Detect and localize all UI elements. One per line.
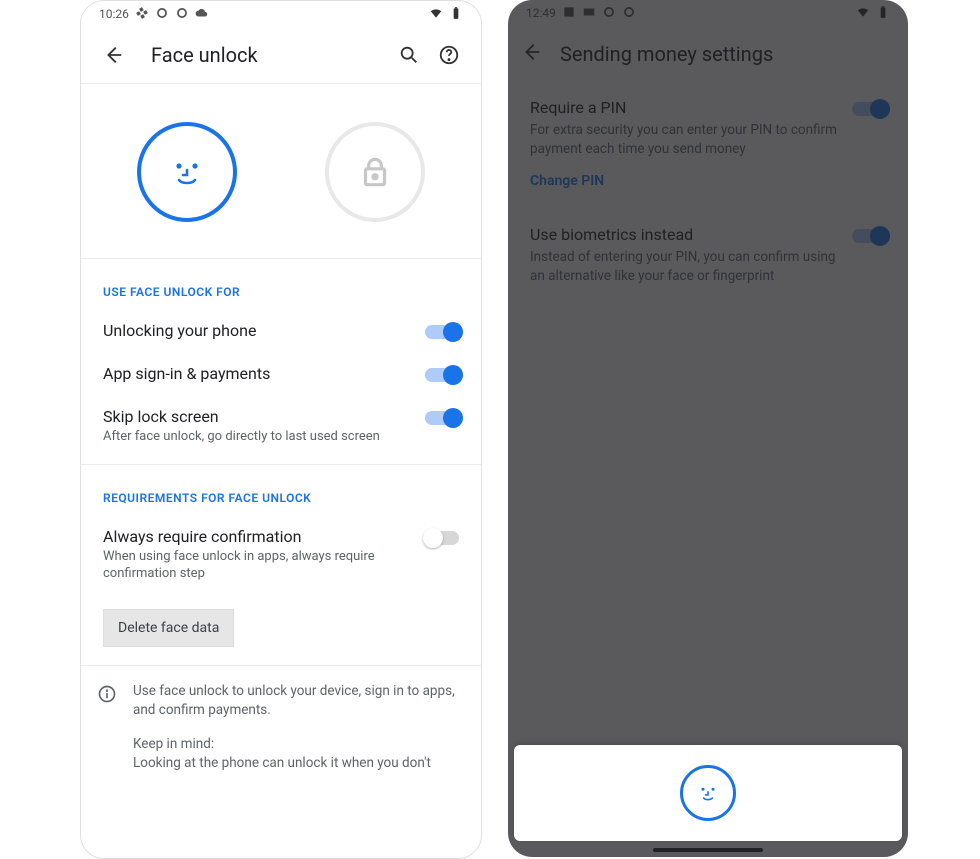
toggle-skip-lock[interactable] — [425, 411, 459, 425]
status-time: 12:49 — [526, 6, 556, 20]
lock-icon[interactable] — [325, 122, 425, 222]
row-title: Use biometrics instead — [530, 225, 838, 244]
image-icon — [562, 5, 576, 22]
circle-icon — [155, 6, 169, 23]
wifi-icon — [856, 5, 870, 22]
info-block: Use face unlock to unlock your device, s… — [81, 665, 481, 774]
row-title: Unlocking your phone — [103, 321, 411, 340]
row-title: Skip lock screen — [103, 407, 411, 426]
row-require-confirmation[interactable]: Always require confirmation When using f… — [81, 515, 481, 595]
toggle-require-pin[interactable] — [852, 102, 886, 116]
row-subtitle: Instead of entering your PIN, you can co… — [530, 248, 838, 286]
row-skip-lock[interactable]: Skip lock screen After face unlock, go d… — [81, 395, 481, 458]
row-unlock-phone[interactable]: Unlocking your phone — [81, 309, 481, 352]
section-label-use-for: USE FACE UNLOCK FOR — [81, 259, 481, 309]
battery-icon — [876, 5, 890, 22]
row-title: App sign-in & payments — [103, 364, 411, 383]
row-app-signin[interactable]: App sign-in & payments — [81, 352, 481, 395]
row-subtitle: After face unlock, go directly to last u… — [103, 428, 411, 446]
hero-area — [81, 84, 481, 259]
back-button[interactable] — [520, 41, 542, 67]
delete-face-data-button[interactable]: Delete face data — [103, 609, 234, 647]
help-button[interactable] — [429, 35, 469, 75]
circle-icon — [622, 5, 636, 22]
row-title: Require a PIN — [530, 98, 838, 117]
status-bar: 10:26 — [81, 1, 481, 27]
row-require-pin[interactable]: Require a PIN For extra security you can… — [508, 82, 908, 205]
row-subtitle: When using face unlock in apps, always r… — [103, 548, 411, 583]
toggle-require-confirmation[interactable] — [425, 531, 459, 545]
face-enrolled-icon[interactable] — [137, 122, 237, 222]
section-label-requirements: REQUIREMENTS FOR FACE UNLOCK — [81, 465, 481, 515]
status-time: 10:26 — [99, 7, 129, 21]
info-icon — [97, 684, 117, 704]
row-subtitle: For extra security you can enter your PI… — [530, 121, 838, 159]
wifi-icon — [429, 6, 443, 23]
back-button[interactable] — [93, 35, 133, 75]
info-text: Keep in mind: — [133, 735, 461, 755]
page-title: Sending money settings — [560, 42, 896, 66]
photos-icon — [135, 6, 149, 23]
cloud-icon — [195, 6, 209, 23]
change-pin-link[interactable]: Change PIN — [530, 173, 838, 189]
phone-face-unlock: 10:26 Face unlock — [80, 0, 482, 859]
app-bar: Sending money settings — [508, 26, 908, 82]
circle-icon — [602, 5, 616, 22]
mail-icon — [582, 5, 596, 22]
toggle-unlock-phone[interactable] — [425, 325, 459, 339]
face-unlock-prompt-icon — [680, 765, 736, 821]
toggle-app-signin[interactable] — [425, 368, 459, 382]
home-indicator[interactable] — [653, 848, 763, 852]
info-text: Looking at the phone can unlock it when … — [133, 754, 461, 774]
info-text: Use face unlock to unlock your device, s… — [133, 682, 461, 721]
row-use-biometrics[interactable]: Use biometrics instead Instead of enteri… — [508, 205, 908, 302]
page-title: Face unlock — [151, 43, 389, 67]
app-bar: Face unlock — [81, 27, 481, 84]
toggle-use-biometrics[interactable] — [852, 229, 886, 243]
search-button[interactable] — [389, 35, 429, 75]
row-title: Always require confirmation — [103, 527, 411, 546]
circle-icon — [175, 6, 189, 23]
biometric-prompt-sheet[interactable] — [514, 745, 902, 841]
status-bar: 12:49 — [508, 0, 908, 26]
phone-sending-money: 12:49 Sending money settings — [508, 0, 908, 857]
battery-icon — [449, 6, 463, 23]
